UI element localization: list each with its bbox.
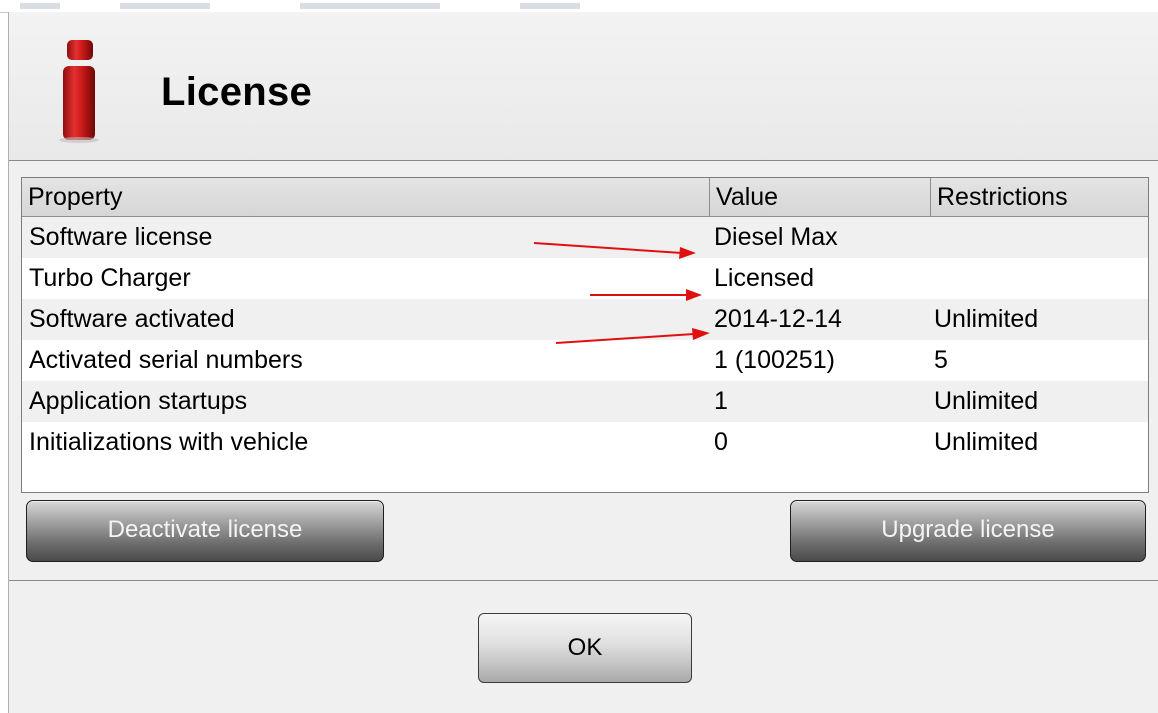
- upgrade-license-button[interactable]: Upgrade license: [790, 500, 1146, 562]
- property-cell: Software license: [29, 223, 213, 251]
- footer-divider: [9, 580, 1158, 581]
- property-cell: Turbo Charger: [29, 264, 191, 292]
- value-cell: Diesel Max: [714, 223, 838, 251]
- restriction-cell: Unlimited: [934, 387, 1039, 415]
- license-dialog: License Property Value Restrictions Soft…: [8, 12, 1158, 713]
- ok-button[interactable]: OK: [478, 613, 692, 683]
- value-cell: 1 (100251): [714, 346, 835, 374]
- property-cell: Software activated: [29, 305, 235, 333]
- value-cell: 1: [714, 387, 728, 415]
- value-cell: 0: [714, 428, 728, 456]
- table-row[interactable]: Initializations with vehicle 0 Unlimited: [22, 422, 1148, 463]
- red-annotation-arrow-icon: [533, 242, 696, 259]
- dialog-title: License: [161, 70, 313, 114]
- table-row[interactable]: Application startups 1 Unlimited: [22, 381, 1148, 422]
- property-cell: Initializations with vehicle: [29, 428, 309, 456]
- column-header-restrictions[interactable]: Restrictions: [931, 178, 1148, 216]
- background-toolbar-ghost: [520, 3, 580, 9]
- background-toolbar-ghost: [300, 3, 440, 9]
- red-annotation-arrow-icon: [590, 289, 702, 301]
- red-annotation-arrow-icon: [555, 328, 710, 344]
- deactivate-license-button[interactable]: Deactivate license: [26, 500, 384, 562]
- column-header-property[interactable]: Property: [22, 178, 710, 216]
- value-cell: 2014-12-14: [714, 305, 842, 333]
- info-icon: [59, 40, 99, 143]
- restriction-cell: Unlimited: [934, 428, 1039, 456]
- restriction-cell: 5: [934, 346, 948, 374]
- restriction-cell: Unlimited: [934, 305, 1039, 333]
- value-cell: Licensed: [714, 264, 815, 292]
- license-table: Property Value Restrictions Software lic…: [21, 177, 1149, 493]
- background-toolbar-ghost: [120, 3, 210, 9]
- property-cell: Activated serial numbers: [29, 346, 303, 374]
- property-cell: Application startups: [29, 387, 248, 415]
- dialog-header: License: [9, 12, 1158, 161]
- background-toolbar-ghost: [20, 3, 60, 9]
- column-header-value[interactable]: Value: [710, 178, 931, 216]
- table-header: Property Value Restrictions: [22, 178, 1148, 217]
